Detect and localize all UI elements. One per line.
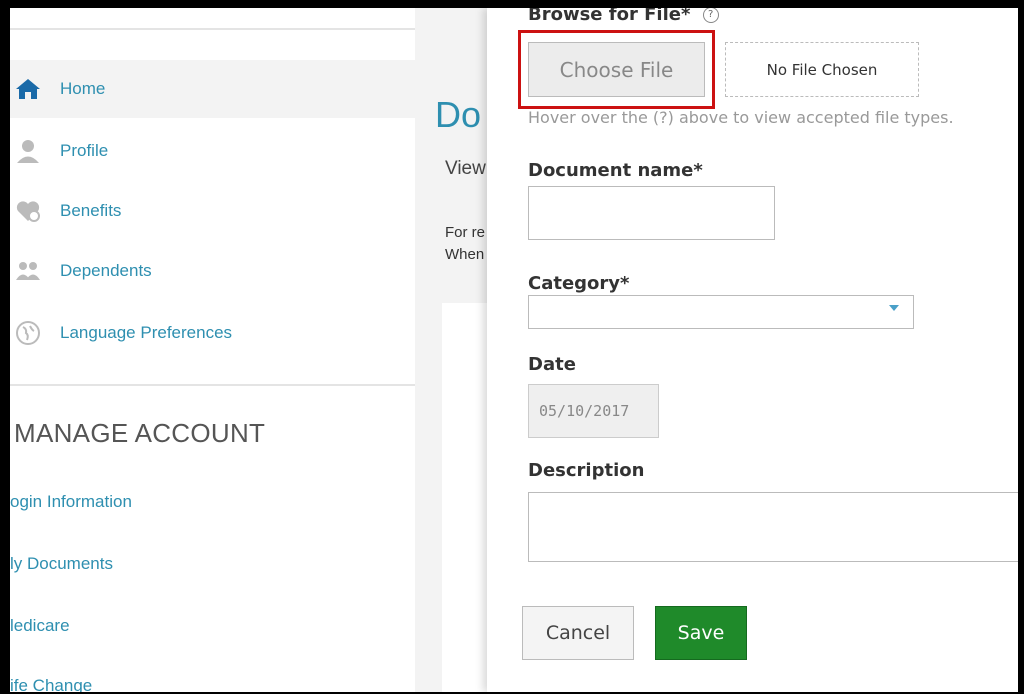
choose-file-button[interactable]: Choose File bbox=[528, 42, 705, 97]
people-icon bbox=[14, 257, 42, 285]
document-name-label-text: Document name bbox=[528, 160, 694, 181]
date-field: 05/10/2017 bbox=[528, 384, 659, 438]
home-icon bbox=[14, 75, 42, 103]
document-name-label: Document name* bbox=[528, 160, 703, 181]
sidebar-item-label: Benefits bbox=[60, 201, 122, 220]
date-label: Date bbox=[528, 354, 576, 375]
save-button[interactable]: Save bbox=[655, 606, 747, 660]
cancel-button[interactable]: Cancel bbox=[522, 606, 634, 660]
sidebar-link-login-information[interactable]: ogin Information bbox=[10, 492, 132, 512]
sidebar-item-label: Home bbox=[60, 79, 106, 98]
chevron-down-icon bbox=[889, 305, 899, 311]
sidebar-item-home[interactable]: Home bbox=[10, 60, 415, 118]
sidebar-item-label: Profile bbox=[60, 141, 109, 160]
app-window: Home Profile Benefits Dependents Languag bbox=[10, 8, 1018, 692]
help-icon[interactable]: ? bbox=[702, 8, 719, 23]
file-name-display: No File Chosen bbox=[725, 42, 919, 97]
page-title: Do bbox=[435, 94, 482, 135]
category-label: Category* bbox=[528, 273, 629, 294]
sidebar: Home Profile Benefits Dependents Languag bbox=[10, 8, 415, 692]
required-mark: * bbox=[680, 8, 691, 25]
required-mark: * bbox=[620, 273, 630, 294]
file-type-hint: Hover over the (?) above to view accepte… bbox=[528, 108, 954, 127]
sidebar-item-label: Language Preferences bbox=[60, 323, 233, 342]
sidebar-link-medicare[interactable]: ledicare bbox=[10, 616, 70, 636]
page-subtitle: View bbox=[445, 158, 486, 179]
heart-plus-icon bbox=[14, 197, 42, 225]
page-text-line: For re bbox=[445, 224, 486, 241]
upload-document-panel: Browse for File* ? Choose File No File C… bbox=[487, 8, 1018, 692]
globe-icon bbox=[14, 319, 42, 347]
sidebar-item-label: Dependents bbox=[60, 261, 152, 280]
sidebar-item-benefits[interactable]: Benefits bbox=[10, 182, 415, 240]
manage-account-heading: MANAGE ACCOUNT bbox=[14, 418, 266, 448]
sidebar-item-language-preferences[interactable]: Language Preferences bbox=[10, 304, 415, 362]
category-select[interactable] bbox=[528, 295, 914, 329]
required-mark: * bbox=[693, 160, 703, 181]
category-label-text: Category bbox=[528, 273, 621, 294]
description-label: Description bbox=[528, 460, 645, 481]
sidebar-item-profile[interactable]: Profile bbox=[10, 122, 415, 180]
sidebar-link-life-change[interactable]: ife Change bbox=[10, 676, 92, 692]
browse-file-label-text: Browse for File bbox=[528, 8, 681, 25]
sidebar-divider bbox=[10, 28, 415, 30]
sidebar-divider bbox=[10, 384, 415, 386]
document-name-input[interactable] bbox=[528, 186, 775, 240]
user-icon bbox=[14, 137, 42, 165]
page-text-line: When bbox=[445, 246, 485, 263]
sidebar-link-my-documents[interactable]: ly Documents bbox=[10, 554, 113, 574]
description-textarea[interactable] bbox=[528, 492, 1018, 562]
browse-file-label: Browse for File* ? bbox=[528, 8, 719, 25]
sidebar-item-dependents[interactable]: Dependents bbox=[10, 242, 415, 300]
